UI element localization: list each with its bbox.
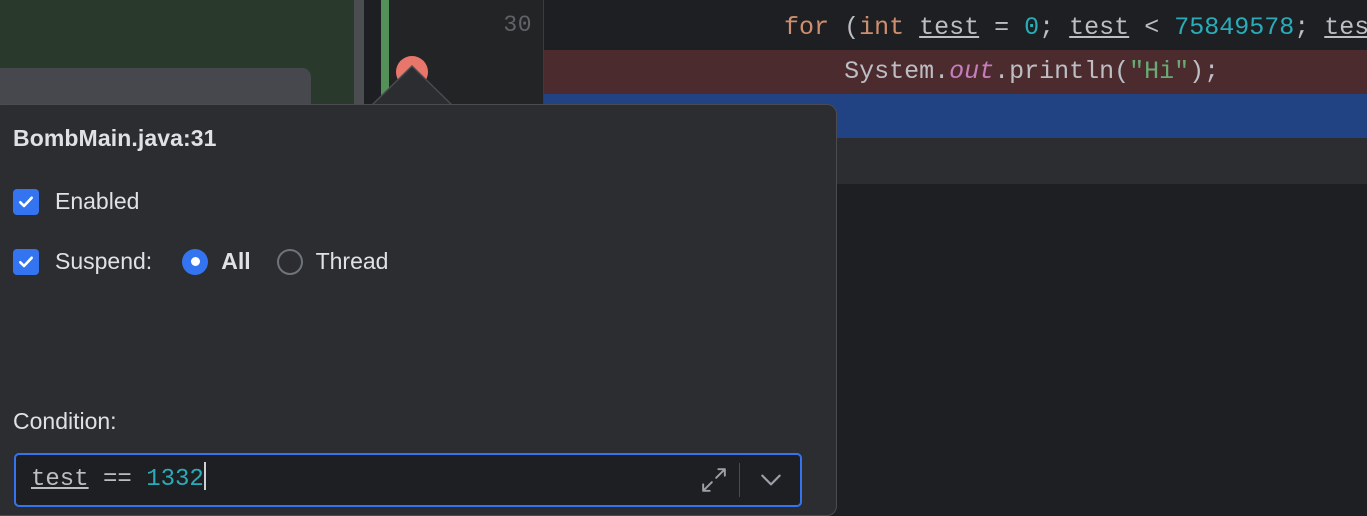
popup-tail <box>370 62 454 106</box>
line-number-30: 30 <box>503 12 532 38</box>
condition-input[interactable]: test == 1332 <box>14 453 802 507</box>
suspend-label: Suspend: <box>55 248 152 275</box>
editor-pane-strip-left <box>354 0 364 104</box>
radio-thread-icon[interactable] <box>277 249 303 275</box>
suspend-row[interactable]: Suspend: All Thread <box>13 248 414 275</box>
suspend-option-thread[interactable]: Thread <box>277 248 389 275</box>
expand-arrows-icon[interactable] <box>701 467 727 493</box>
suspend-option-all-label: All <box>221 248 250 275</box>
condition-label: Condition: <box>13 408 117 435</box>
enabled-row[interactable]: Enabled <box>13 188 139 215</box>
suspend-radio-group: All Thread <box>182 248 414 275</box>
code-line-31[interactable]: System.out.println("Hi"); <box>544 50 1367 94</box>
code-line-31-text: System.out.println("Hi"); <box>544 50 1219 94</box>
suspend-checkbox[interactable] <box>13 249 39 275</box>
text-caret <box>204 462 206 490</box>
code-line-30-text: for (int test = 0; test < 75849578; test… <box>544 6 1367 50</box>
screen: 30 for (int test = 0; test < 75849578; t… <box>0 0 1367 516</box>
suspend-option-thread-label: Thread <box>316 248 389 275</box>
condition-input-text: test == 1332 <box>31 455 206 505</box>
check-icon <box>17 193 35 211</box>
chevron-down-icon[interactable] <box>758 470 784 490</box>
enabled-checkbox[interactable] <box>13 189 39 215</box>
enabled-label: Enabled <box>55 188 139 215</box>
check-icon <box>17 253 35 271</box>
suspend-option-all[interactable]: All <box>182 248 250 275</box>
editor-band-below <box>837 138 1367 184</box>
breakpoint-popup: BombMain.java:31 Enabled Suspend: <box>0 104 837 516</box>
popup-title: BombMain.java:31 <box>13 125 217 152</box>
condition-field-divider <box>739 463 740 497</box>
radio-all-icon[interactable] <box>182 249 208 275</box>
code-line-30[interactable]: for (int test = 0; test < 75849578; test… <box>544 6 1367 50</box>
